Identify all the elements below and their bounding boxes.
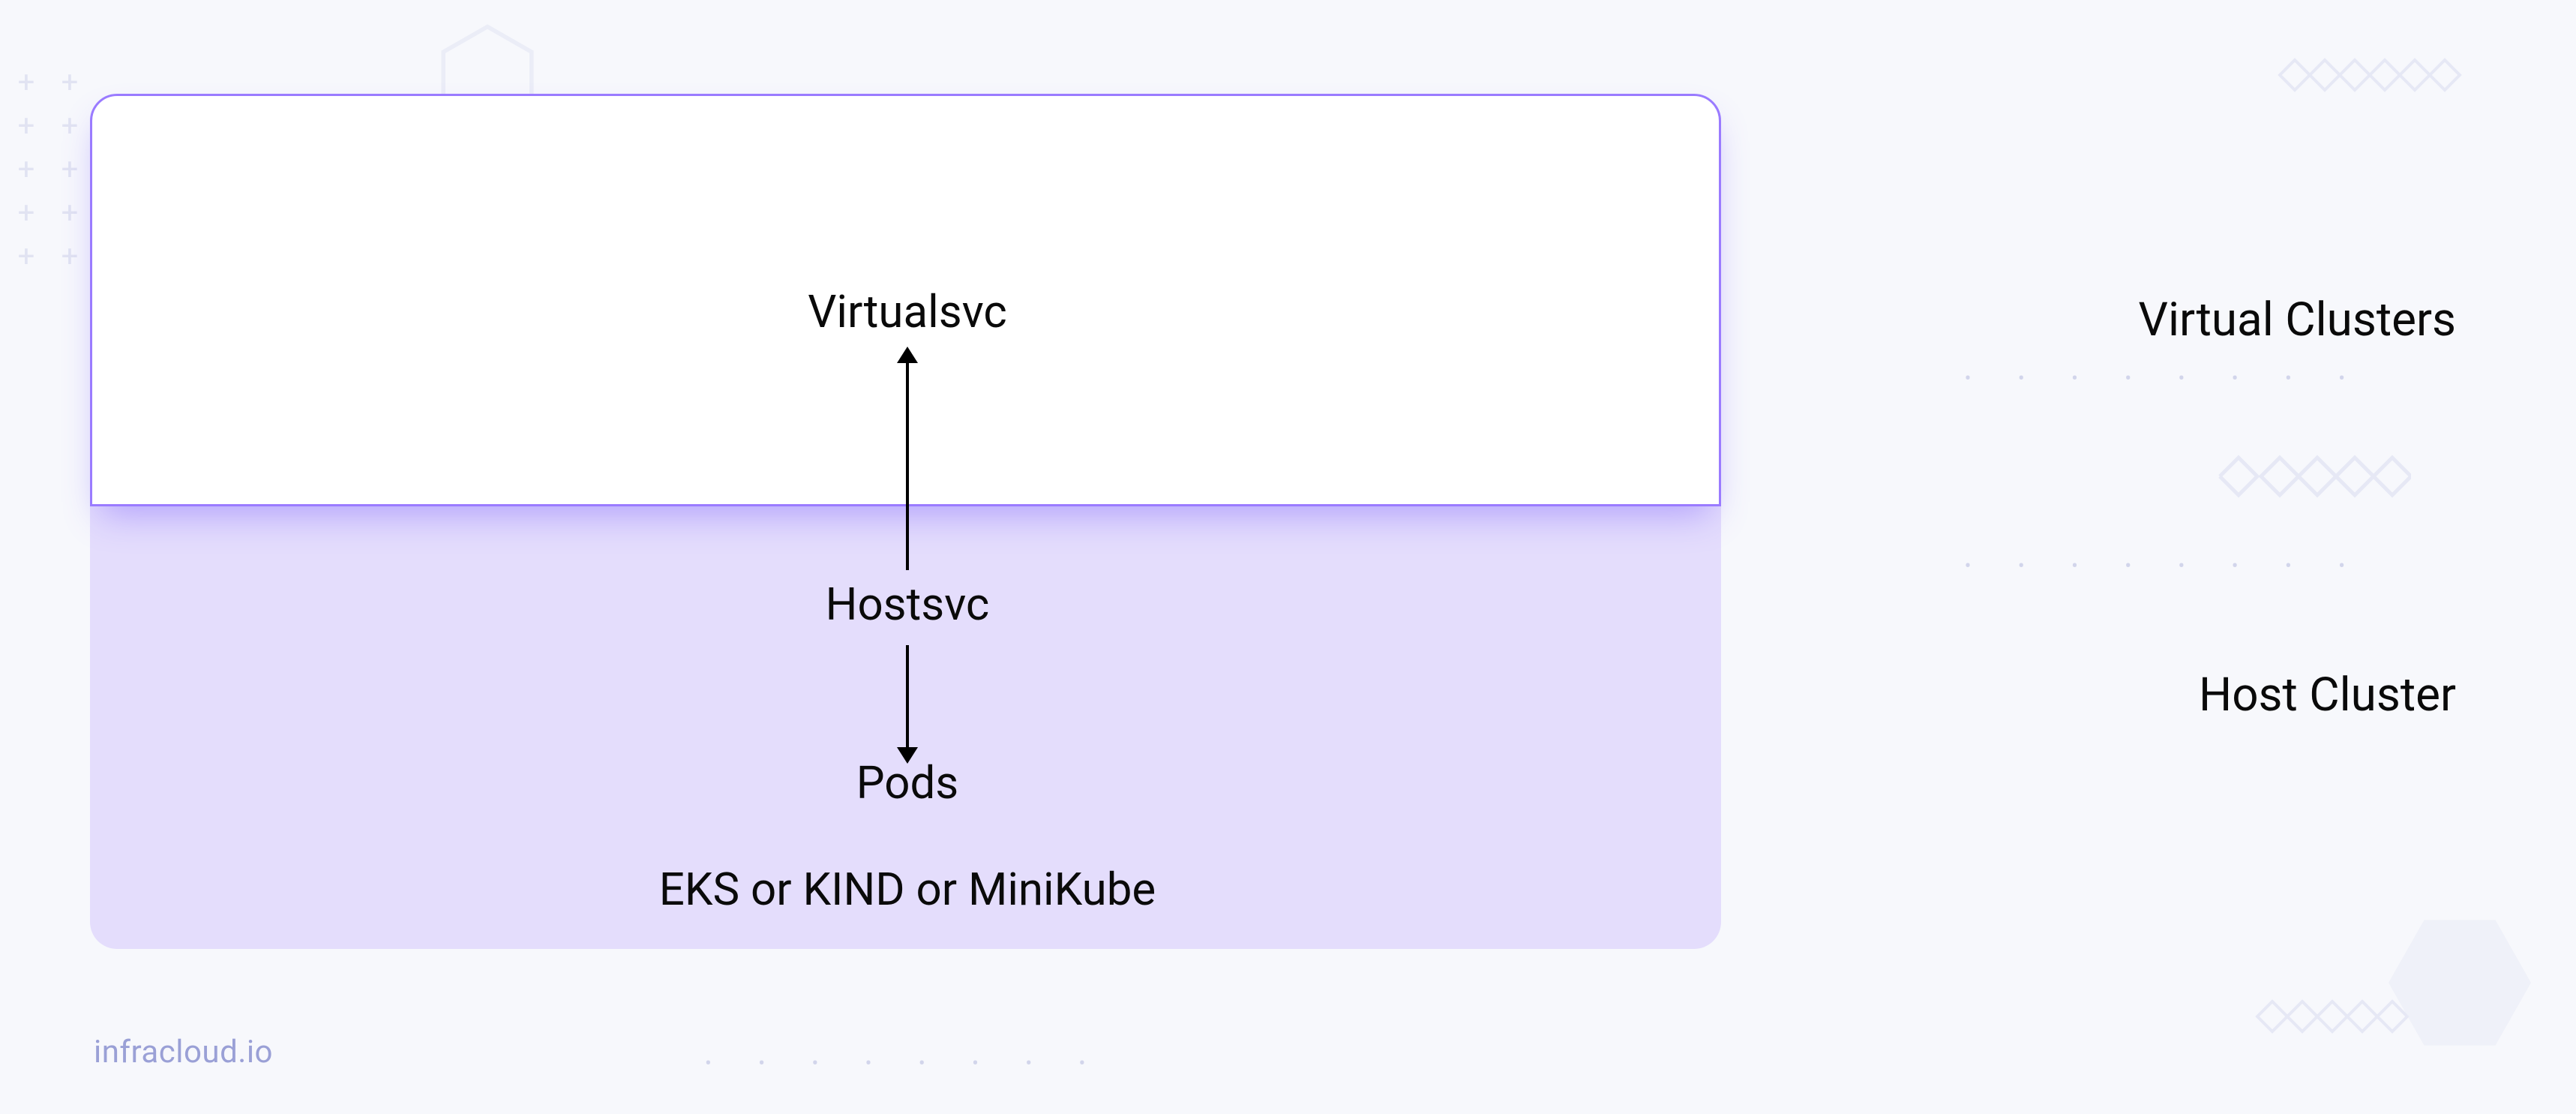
arrow-up-icon — [906, 360, 909, 570]
decorative-dots: • • • • • • • • — [1965, 555, 2366, 578]
platform-label: EKS or KIND or MiniKube — [659, 863, 1156, 916]
decorative-diamonds — [2269, 53, 2479, 98]
virtual-clusters-label: Virtual Clusters — [2139, 293, 2457, 347]
decorative-dots: • • • • • • • • — [705, 1052, 1106, 1075]
decorative-plus-grid: ++ ++ ++ ++ ++ — [7, 68, 88, 279]
arrow-down-icon — [906, 645, 909, 750]
virtualsvc-label: Virtualsvc — [808, 285, 1007, 338]
pods-label: Pods — [856, 756, 959, 809]
hostsvc-label: Hostsvc — [826, 578, 990, 631]
host-cluster-label: Host Cluster — [2199, 668, 2456, 722]
decorative-diamonds — [2216, 450, 2411, 503]
brand-watermark: infracloud.io — [94, 1034, 273, 1070]
decorative-dots: • • • • • • • • — [1965, 368, 2366, 390]
